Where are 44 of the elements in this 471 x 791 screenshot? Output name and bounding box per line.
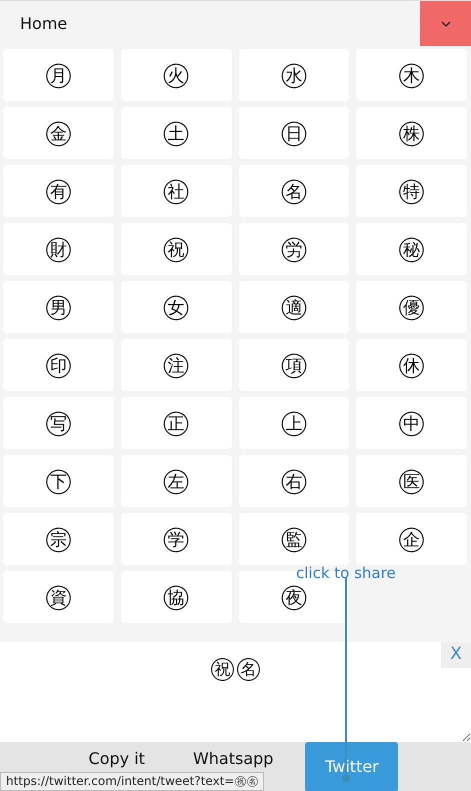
symbol-tile[interactable]: ㊋ [120,49,232,101]
symbol-tile[interactable]: ㊛ [120,281,232,333]
symbol-tile[interactable]: ㊧ [120,455,232,507]
symbol-tile[interactable]: ㊏ [120,107,232,159]
symbol-tile[interactable]: ㊭ [356,513,467,565]
symbol-tile[interactable]: ㊬ [238,513,350,565]
dropdown-toggle[interactable] [420,1,471,46]
symbol-tile[interactable]: ㊤ [238,397,350,449]
symbol-tile[interactable]: ㊒ [3,165,114,217]
symbol-tile[interactable]: ㊫ [120,513,232,565]
symbol-tile[interactable]: ㊌ [238,49,350,101]
symbol-tile[interactable]: ㊗ [120,223,232,275]
symbol-tile[interactable]: ㊣ [120,397,232,449]
symbol-tile[interactable]: ㊪ [3,513,114,565]
symbol-tile[interactable]: ㊐ [238,107,350,159]
symbol-tile[interactable]: ㊢ [3,397,114,449]
symbol-tile[interactable]: ㊯ [120,571,232,623]
symbol-tile[interactable]: ㊎ [3,107,114,159]
symbol-tile[interactable]: ㊊ [3,49,114,101]
symbol-tile[interactable]: ㊑ [356,107,467,159]
symbol-tile[interactable]: ㊜ [238,281,350,333]
symbol-tile[interactable]: ㊮ [3,571,114,623]
symbol-tile[interactable]: ㊨ [238,455,350,507]
symbol-tile[interactable]: ㊥ [356,397,467,449]
symbol-tile[interactable]: ㊝ [356,281,467,333]
share-button[interactable]: Whatsapp [176,742,290,768]
share-button[interactable]: Copy it [72,742,161,768]
page-title: Home [19,12,68,34]
symbol-tile[interactable]: ㊩ [356,455,467,507]
symbol-tile[interactable]: ㊦ [3,455,114,507]
symbol-tile[interactable]: ㊞ [3,339,114,391]
symbol-tile[interactable]: ㊕ [356,165,467,217]
symbol-tile[interactable]: ㊓ [120,165,232,217]
chevron-down-icon [440,20,450,26]
symbol-tile[interactable]: ㊠ [238,339,350,391]
symbol-tile[interactable]: ㊟ [120,339,232,391]
symbol-tile[interactable]: ㊚ [3,281,114,333]
symbol-tile[interactable]: ㊘ [238,223,350,275]
symbol-tile[interactable]: ㊖ [3,223,114,275]
symbol-tile[interactable]: ㊍ [356,49,467,101]
symbol-tile[interactable]: ㊡ [356,339,467,391]
symbol-tile[interactable]: ㊙ [356,223,467,275]
url-tooltip: https://twitter.com/intent/tweet?text=㊗㊔ [0,772,264,791]
symbol-tile[interactable]: ㊔ [238,165,350,217]
